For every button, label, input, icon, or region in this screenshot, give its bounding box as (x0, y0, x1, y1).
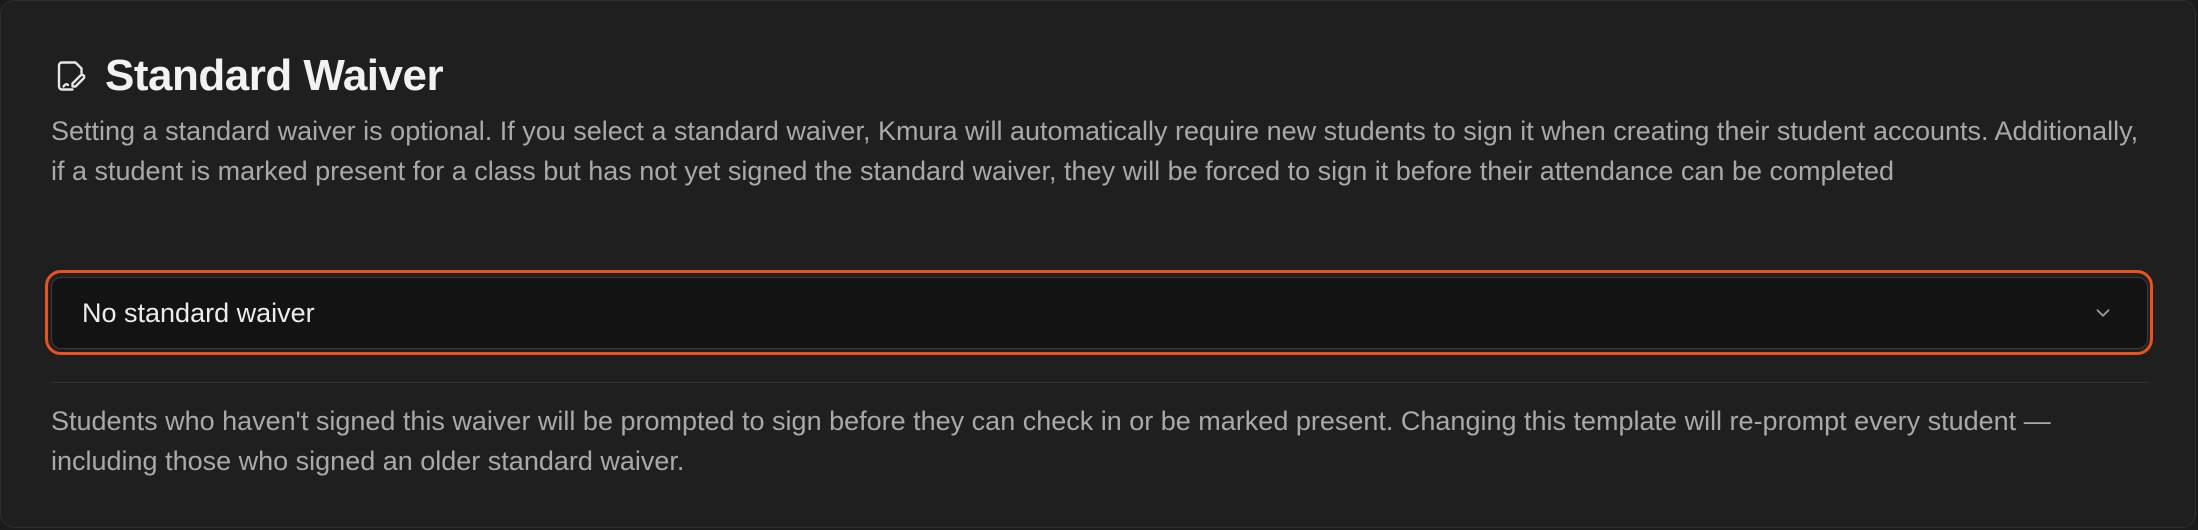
section-header: Standard Waiver (51, 49, 444, 103)
helper-text: Students who haven't signed this waiver … (51, 406, 2051, 476)
chevron-down-icon (2089, 299, 2117, 327)
standard-waiver-select[interactable]: No standard waiver (51, 277, 2148, 349)
file-signature-icon (51, 56, 91, 96)
section-description: Setting a standard waiver is optional. I… (51, 116, 2139, 186)
standard-waiver-card: Standard Waiver Setting a standard waive… (0, 0, 2196, 528)
select-value: No standard waiver (82, 297, 315, 328)
divider (51, 382, 2149, 383)
section-title: Standard Waiver (105, 51, 444, 100)
